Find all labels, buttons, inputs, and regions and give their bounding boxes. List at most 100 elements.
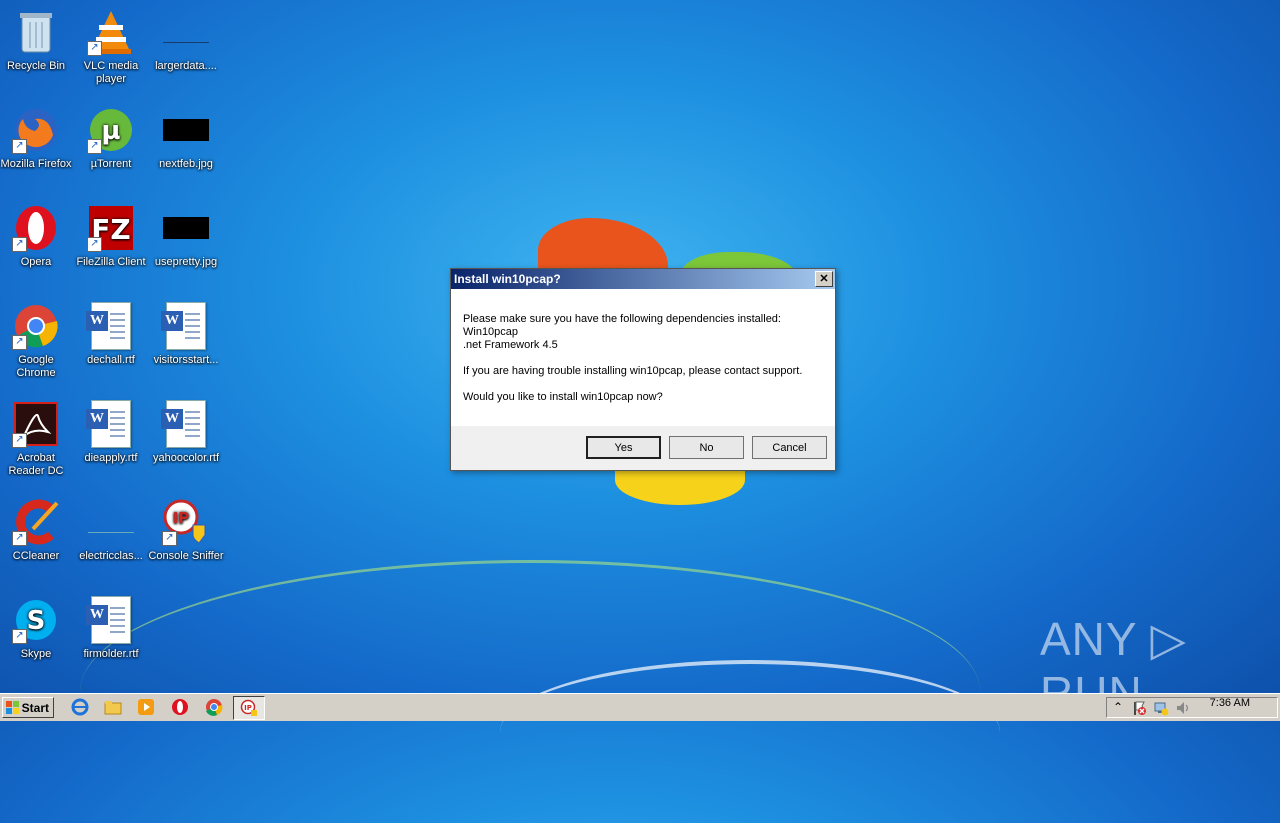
taskbar-opera-icon[interactable] xyxy=(170,698,190,716)
shortcut-arrow-icon: ↗ xyxy=(12,237,27,252)
taskbar-chrome-icon[interactable] xyxy=(204,698,224,716)
show-hidden-icons-button[interactable]: ⌃ xyxy=(1113,700,1123,714)
desktop-icon-chrome[interactable]: ↗ Google Chrome xyxy=(0,296,74,380)
start-button[interactable]: Start xyxy=(2,697,54,718)
clock[interactable]: 7:36 AM xyxy=(1210,697,1250,709)
image-thumbnail-icon xyxy=(162,106,210,154)
close-icon: ✕ xyxy=(819,273,829,285)
desktop-icon-label: visitorsstart... xyxy=(153,354,219,366)
word-document-icon: W xyxy=(86,302,135,350)
word-document-icon: W xyxy=(161,400,210,448)
desktop-icon-opera[interactable]: ↗ Opera xyxy=(0,198,74,269)
desktop-icon-acrobat[interactable]: ↗ Acrobat Reader DC xyxy=(0,394,74,478)
filezilla-icon: FZ ↗ xyxy=(87,204,135,252)
desktop-icon-label: electricclas... xyxy=(79,550,143,562)
desktop-icon-dieapply[interactable]: W dieapply.rtf xyxy=(73,394,149,465)
dialog-title: Install win10pcap? xyxy=(454,272,561,286)
desktop-icon-label: yahoocolor.rtf xyxy=(152,452,220,464)
acrobat-icon: ↗ xyxy=(12,400,60,448)
ccleaner-icon: ↗ xyxy=(12,498,60,546)
dialog-button-row: Yes No Cancel xyxy=(586,436,827,459)
desktop-icon-electricclas[interactable]: electricclas... xyxy=(73,492,149,563)
dialog-text-line: .net Framework 4.5 xyxy=(463,339,558,351)
desktop-icon-filezilla[interactable]: FZ ↗ FileZilla Client xyxy=(73,198,149,269)
desktop-icon-nextfeb[interactable]: nextfeb.jpg xyxy=(148,100,224,171)
desktop-icon-label: Recycle Bin xyxy=(6,60,66,72)
word-document-icon: W xyxy=(86,400,135,448)
utorrent-icon: µ ↗ xyxy=(87,106,135,154)
shortcut-arrow-icon: ↗ xyxy=(12,335,27,350)
dialog-message: Please make sure you have the following … xyxy=(451,289,835,426)
desktop-icon-skype[interactable]: S ↗ Skype xyxy=(0,590,74,661)
opera-icon: ↗ xyxy=(12,204,60,252)
dialog-text-line: If you are having trouble installing win… xyxy=(463,365,803,377)
start-label: Start xyxy=(21,701,49,715)
desktop-icon-yahoocolor[interactable]: W yahoocolor.rtf xyxy=(148,394,224,465)
action-center-flag-icon[interactable] xyxy=(1131,700,1147,719)
console-sniffer-icon: IP ↗ xyxy=(162,498,210,546)
taskbar: Start IP ⌃ 7:36 AM xyxy=(0,693,1280,721)
dialog-text-line: Please make sure you have the following … xyxy=(463,313,781,325)
desktop-icon-ccleaner[interactable]: ↗ CCleaner xyxy=(0,492,74,563)
desktop-icon-label: usepretty.jpg xyxy=(154,256,218,268)
install-dialog: Install win10pcap? ✕ Please make sure yo… xyxy=(450,268,836,471)
image-thumbnail-icon xyxy=(162,204,210,252)
recycle-bin-icon xyxy=(12,8,60,56)
windows-logo-icon xyxy=(6,701,19,714)
shortcut-arrow-icon: ↗ xyxy=(12,629,27,644)
volume-icon[interactable] xyxy=(1175,700,1191,719)
taskbar-ie-icon[interactable] xyxy=(70,698,90,716)
blank-file-thumbnail-icon xyxy=(87,498,135,546)
desktop-icon-label: VLC media player xyxy=(83,60,139,85)
svg-text:IP: IP xyxy=(173,509,190,527)
svg-text:S: S xyxy=(27,606,46,636)
desktop-icon-label: CCleaner xyxy=(12,550,60,562)
console-sniffer-icon: IP xyxy=(240,699,257,716)
desktop-icon-console-sniffer[interactable]: IP ↗ Console Sniffer xyxy=(148,492,224,563)
close-button[interactable]: ✕ xyxy=(815,271,833,287)
shortcut-arrow-icon: ↗ xyxy=(87,41,102,56)
desktop-icon-dechall[interactable]: W dechall.rtf xyxy=(73,296,149,367)
yes-button[interactable]: Yes xyxy=(586,436,661,459)
desktop-icon-largerdata[interactable]: largerdata.... xyxy=(148,2,224,73)
desktop-icon-label: µTorrent xyxy=(90,158,132,170)
vlc-icon: ↗ xyxy=(87,8,135,56)
shortcut-arrow-icon: ↗ xyxy=(12,531,27,546)
desktop-icon-visitorsstart[interactable]: W visitorsstart... xyxy=(148,296,224,367)
desktop-icon-recycle-bin[interactable]: Recycle Bin xyxy=(0,2,74,73)
desktop-icon-label: dieapply.rtf xyxy=(84,452,138,464)
firefox-icon: ↗ xyxy=(12,106,60,154)
desktop-icon-label: Acrobat Reader DC xyxy=(8,452,64,477)
desktop-icon-utorrent[interactable]: µ ↗ µTorrent xyxy=(73,100,149,171)
dialog-titlebar[interactable]: Install win10pcap? ✕ xyxy=(451,269,835,289)
desktop-icon-label: Google Chrome xyxy=(16,354,56,379)
desktop-icon-label: largerdata.... xyxy=(155,60,217,72)
desktop-icon-label: Mozilla Firefox xyxy=(0,158,72,170)
taskbar-console-sniffer-button[interactable]: IP xyxy=(233,696,265,720)
desktop-icon-label: dechall.rtf xyxy=(87,354,135,366)
wallpaper-swoosh-white xyxy=(500,660,1000,804)
shortcut-arrow-icon: ↗ xyxy=(87,237,102,252)
word-document-icon: W xyxy=(86,596,135,644)
word-document-icon: W xyxy=(161,302,210,350)
skype-icon: S ↗ xyxy=(12,596,60,644)
chrome-icon: ↗ xyxy=(12,302,60,350)
desktop-icon-firmolder[interactable]: W firmolder.rtf xyxy=(73,590,149,661)
svg-text:IP: IP xyxy=(244,704,252,712)
shortcut-arrow-icon: ↗ xyxy=(12,139,27,154)
no-button[interactable]: No xyxy=(669,436,744,459)
desktop-icon-usepretty[interactable]: usepretty.jpg xyxy=(148,198,224,269)
taskbar-explorer-icon[interactable] xyxy=(103,698,123,716)
cancel-button[interactable]: Cancel xyxy=(752,436,827,459)
desktop-icon-label: nextfeb.jpg xyxy=(159,158,213,170)
desktop-icon-label: Opera xyxy=(20,256,52,268)
desktop-icon-label: firmolder.rtf xyxy=(83,648,139,660)
dialog-text-line: Would you like to install win10pcap now? xyxy=(463,391,663,403)
taskbar-media-player-icon[interactable] xyxy=(136,698,156,716)
shortcut-arrow-icon: ↗ xyxy=(87,139,102,154)
desktop-icon-label: Skype xyxy=(20,648,52,660)
desktop-icon-firefox[interactable]: ↗ Mozilla Firefox xyxy=(0,100,74,171)
desktop-icon-vlc[interactable]: ↗ VLC media player xyxy=(73,2,149,86)
desktop-icon-label: FileZilla Client xyxy=(76,256,146,268)
network-icon[interactable] xyxy=(1153,700,1169,719)
